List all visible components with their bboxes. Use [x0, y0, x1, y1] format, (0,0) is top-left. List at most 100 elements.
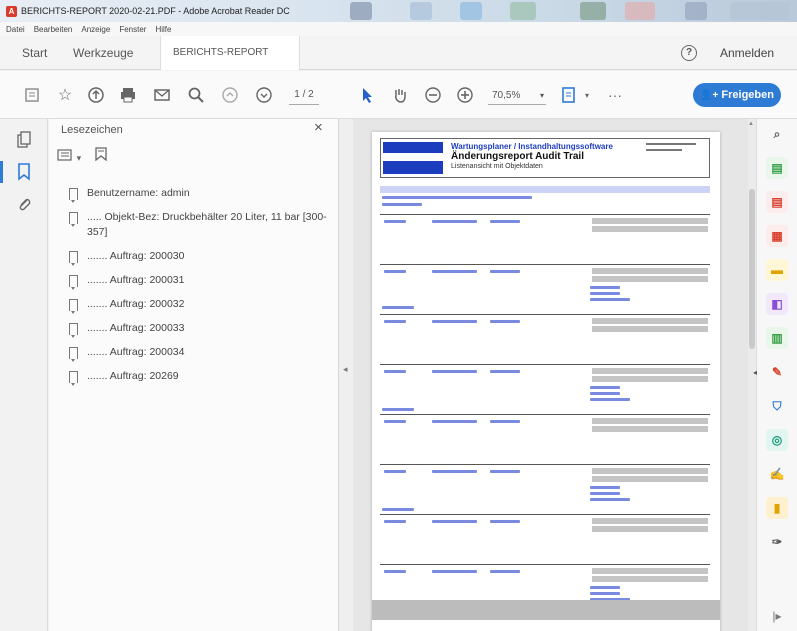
scroll-up-icon[interactable]: ▲ — [748, 121, 754, 127]
report-row-field — [592, 326, 708, 332]
report-row-action — [490, 570, 520, 573]
menu-bar: Datei Bearbeiten Anzeige Fenster Hilfe — [0, 22, 797, 36]
expand-tools-icon[interactable]: ◂ — [753, 368, 757, 377]
zoom-in-icon[interactable] — [455, 85, 475, 105]
report-row-detail — [590, 492, 620, 495]
report-row-field — [592, 268, 708, 274]
report-row-user — [384, 420, 406, 423]
company-logo — [383, 142, 443, 174]
report-row-field — [592, 418, 708, 424]
signin-link[interactable]: Anmelden — [720, 36, 774, 70]
report-row-date — [432, 320, 477, 323]
collapse-tools-icon[interactable]: |▸ — [766, 605, 788, 627]
comment-icon[interactable]: ▬ — [766, 259, 788, 281]
menu-window[interactable]: Fenster — [119, 25, 146, 34]
search-icon[interactable] — [186, 85, 206, 105]
report-row-field — [592, 368, 708, 374]
report-row-date — [432, 570, 477, 573]
optimize-pdf-icon[interactable]: ◎ — [766, 429, 788, 451]
print-icon[interactable] — [118, 85, 138, 105]
report-header: Wartungsplaner / Instandhaltungssoftware… — [380, 138, 710, 178]
background-decor-icon — [685, 2, 707, 20]
zoom-level-select[interactable]: 70,5% ▾ — [488, 87, 546, 105]
bookmark-label: Benutzername: admin — [87, 187, 190, 199]
background-decor-icon — [410, 2, 432, 20]
page-thumbnails-icon[interactable] — [14, 131, 34, 151]
bookmark-item[interactable]: ....... Auftrag: 200030 — [69, 249, 329, 266]
bookmark-label: ....... Auftrag: 20269 — [87, 370, 179, 382]
menu-help[interactable]: Hilfe — [155, 25, 171, 34]
bookmark-label: ....... Auftrag: 200031 — [87, 274, 185, 286]
report-row-field — [592, 276, 708, 282]
scrollbar-thumb[interactable] — [749, 189, 755, 349]
page-fit-icon[interactable] — [559, 85, 579, 105]
menu-file[interactable]: Datei — [6, 25, 25, 34]
bookmark-icon — [69, 275, 78, 290]
tab-document[interactable]: BERICHTS-REPORT ...× — [160, 36, 300, 92]
send-for-review-icon[interactable]: ▮ — [766, 497, 788, 519]
report-row-divider — [380, 414, 710, 415]
create-pdf-icon[interactable]: ▤ — [766, 191, 788, 213]
report-row-field — [592, 318, 708, 324]
bookmark-icon — [69, 212, 78, 227]
bookmark-item[interactable]: ..... Objekt-Bez: Druckbehälter 20 Liter… — [69, 210, 329, 240]
report-row-field — [592, 468, 708, 474]
bookmark-item[interactable]: ....... Auftrag: 200031 — [69, 273, 329, 290]
export-pdf-icon[interactable]: ▤ — [766, 157, 788, 179]
next-page-icon[interactable] — [254, 85, 274, 105]
tab-tools[interactable]: Werkzeuge — [73, 36, 133, 70]
chevron-down-icon: ▾ — [539, 91, 544, 100]
background-decor-icon — [350, 2, 372, 20]
menu-view[interactable]: Anzeige — [81, 25, 110, 34]
share-button[interactable]: 👤+ Freigeben — [693, 83, 781, 107]
page-number-field[interactable]: 1 / 2 — [289, 85, 319, 105]
previous-page-icon[interactable] — [220, 85, 240, 105]
search-icon[interactable]: ⌕ — [766, 123, 788, 145]
tab-start[interactable]: Start — [22, 36, 47, 70]
organize-pages-icon[interactable]: ▥ — [766, 327, 788, 349]
menu-edit[interactable]: Bearbeiten — [34, 25, 73, 34]
protect-icon[interactable]: ⛉ — [766, 395, 788, 417]
attachment-icon[interactable] — [14, 195, 34, 215]
hand-tool-icon[interactable] — [390, 85, 410, 105]
signature-icon[interactable]: ✍ — [766, 463, 788, 485]
report-row-action — [490, 520, 520, 523]
bookmark-label: ....... Auftrag: 200033 — [87, 322, 185, 334]
report-row-user — [384, 570, 406, 573]
edit-pdf-icon[interactable]: ▦ — [766, 225, 788, 247]
collapse-panel-icon[interactable]: ◂ — [343, 364, 348, 375]
report-order-line — [382, 306, 414, 309]
chevron-down-icon[interactable]: ▾ — [77, 153, 82, 163]
zoom-out-icon[interactable] — [423, 85, 443, 105]
panel-splitter[interactable]: ◂ — [339, 119, 353, 631]
star-icon[interactable]: ☆ — [55, 85, 75, 105]
bookmark-item[interactable]: Benutzername: admin — [69, 186, 329, 203]
bookmark-options-icon[interactable] — [57, 149, 77, 164]
new-bookmark-icon[interactable] — [95, 147, 107, 164]
more-tools-icon[interactable]: ✑ — [766, 531, 788, 553]
pdf-page: Wartungsplaner / Instandhaltungssoftware… — [372, 132, 720, 631]
report-row-date — [432, 470, 477, 473]
create-pdf-icon[interactable] — [22, 85, 42, 105]
document-viewport[interactable]: Wartungsplaner / Instandhaltungssoftware… — [353, 119, 748, 631]
chevron-down-icon[interactable]: ▾ — [577, 85, 597, 105]
report-row-date — [432, 370, 477, 373]
close-icon[interactable]: × — [314, 119, 323, 136]
select-cursor-icon[interactable] — [358, 85, 378, 105]
bookmark-item[interactable]: ....... Auftrag: 200034 — [69, 345, 329, 362]
report-row-user — [384, 220, 406, 223]
bookmark-item[interactable]: ....... Auftrag: 200033 — [69, 321, 329, 338]
mail-icon[interactable] — [152, 85, 172, 105]
bookmark-item[interactable]: ....... Auftrag: 20269 — [69, 369, 329, 386]
report-order-line — [382, 408, 414, 411]
report-row-user — [384, 320, 406, 323]
upload-icon[interactable] — [86, 85, 106, 105]
help-icon[interactable]: ? — [681, 45, 697, 61]
bookmark-item[interactable]: ....... Auftrag: 200032 — [69, 297, 329, 314]
bookmark-panel-icon[interactable] — [14, 163, 34, 183]
report-row-action — [490, 270, 520, 273]
fill-sign-icon[interactable]: ✎ — [766, 361, 788, 383]
window-title-bar: A BERICHTS-REPORT 2020-02-21.PDF - Adobe… — [0, 0, 797, 22]
combine-files-icon[interactable]: ◧ — [766, 293, 788, 315]
more-options-icon[interactable]: ··· — [605, 85, 625, 105]
